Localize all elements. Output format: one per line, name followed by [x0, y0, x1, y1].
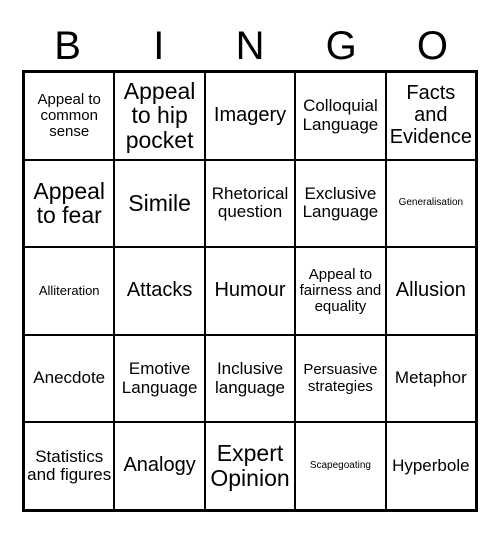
- bingo-cell-label: Colloquial Language: [302, 96, 379, 134]
- bingo-cell[interactable]: Persuasive strategies: [296, 335, 387, 422]
- bingo-cell[interactable]: Expert Opinion: [205, 423, 297, 509]
- bingo-row: Alliteration Attacks Humour Appeal to fa…: [25, 248, 476, 336]
- bingo-card: B I N G O Appeal to common sense Appeal …: [0, 0, 501, 544]
- bingo-cell[interactable]: Exclusive Language: [296, 160, 387, 247]
- bingo-cell[interactable]: Allusion: [386, 248, 476, 334]
- bingo-cell[interactable]: Inclusive language: [205, 335, 297, 422]
- bingo-cell[interactable]: Anecdote: [25, 335, 116, 422]
- bingo-cell-label: Statistics and figures: [27, 446, 112, 485]
- bingo-cell-label: Imagery: [213, 104, 287, 126]
- bingo-cell[interactable]: Scapegoating: [296, 423, 387, 509]
- bingo-cell-label: Scapegoating: [309, 459, 371, 471]
- bingo-cell-label: Generalisation: [398, 196, 464, 208]
- bingo-cell[interactable]: Metaphor: [386, 335, 476, 422]
- bingo-cell-label: Facts and Evidence: [389, 82, 472, 148]
- bingo-cell-label: Hyperbole: [392, 455, 470, 475]
- bingo-cell-label: Appeal to common sense: [37, 90, 101, 140]
- header-letter-i: I: [153, 24, 165, 68]
- bingo-cell-label: Appeal to hip pocket: [123, 77, 196, 154]
- bingo-cell[interactable]: Analogy: [115, 423, 206, 509]
- bingo-cell[interactable]: Imagery: [205, 73, 297, 159]
- bingo-cell-label: Expert Opinion: [210, 440, 290, 492]
- bingo-cell-label: Attacks: [126, 279, 193, 302]
- header-letter-b: B: [54, 24, 81, 68]
- bingo-cell[interactable]: Appeal to common sense: [25, 73, 116, 159]
- bingo-cell-label: Humour: [214, 279, 286, 302]
- bingo-cell[interactable]: Generalisation: [386, 160, 476, 247]
- bingo-cell[interactable]: Appeal to fairness and equality: [296, 248, 387, 334]
- header-letter-n: N: [235, 24, 265, 68]
- bingo-cell[interactable]: Appeal to fear: [25, 160, 116, 247]
- bingo-cell-label: Persuasive strategies: [303, 361, 378, 395]
- bingo-cell[interactable]: Emotive Language: [115, 335, 206, 422]
- header-letter-o: O: [416, 24, 448, 68]
- bingo-row: Appeal to common sense Appeal to hip poc…: [25, 73, 476, 161]
- bingo-header: B I N G O: [22, 18, 478, 68]
- bingo-cell-label: Appeal to fairness and equality: [299, 265, 382, 316]
- bingo-cell[interactable]: Appeal to hip pocket: [115, 73, 206, 159]
- bingo-cell-label: Metaphor: [394, 368, 467, 388]
- bingo-cell-label: Analogy: [123, 454, 196, 477]
- bingo-cell-label: Simile: [128, 189, 191, 216]
- header-letter-g: G: [325, 24, 357, 68]
- bingo-cell-label: Rhetorical question: [211, 184, 289, 222]
- bingo-cell[interactable]: Hyperbole: [386, 423, 476, 509]
- bingo-cell-label: Exclusive Language: [302, 184, 379, 222]
- bingo-row: Anecdote Emotive Language Inclusive lang…: [25, 335, 476, 424]
- bingo-cell-label: Appeal to fear: [33, 177, 106, 229]
- bingo-cell[interactable]: Attacks: [115, 248, 206, 334]
- bingo-cell[interactable]: Humour: [205, 248, 297, 334]
- bingo-cell[interactable]: Alliteration: [25, 248, 116, 334]
- bingo-cell[interactable]: Rhetorical question: [205, 160, 297, 247]
- bingo-grid: Appeal to common sense Appeal to hip poc…: [22, 70, 478, 512]
- bingo-cell[interactable]: Simile: [115, 160, 206, 247]
- bingo-cell-label: Alliteration: [38, 282, 100, 298]
- bingo-cell-label: Anecdote: [33, 368, 106, 388]
- bingo-row: Statistics and figures Analogy Expert Op…: [25, 423, 476, 509]
- bingo-cell[interactable]: Facts and Evidence: [386, 73, 476, 159]
- bingo-row: Appeal to fear Simile Rhetorical questio…: [25, 160, 476, 249]
- bingo-cell[interactable]: Statistics and figures: [25, 423, 116, 509]
- bingo-cell-label: Inclusive language: [215, 359, 285, 397]
- bingo-cell-label: Emotive Language: [121, 359, 198, 397]
- bingo-cell[interactable]: Colloquial Language: [296, 73, 387, 159]
- bingo-cell-label: Allusion: [395, 279, 466, 302]
